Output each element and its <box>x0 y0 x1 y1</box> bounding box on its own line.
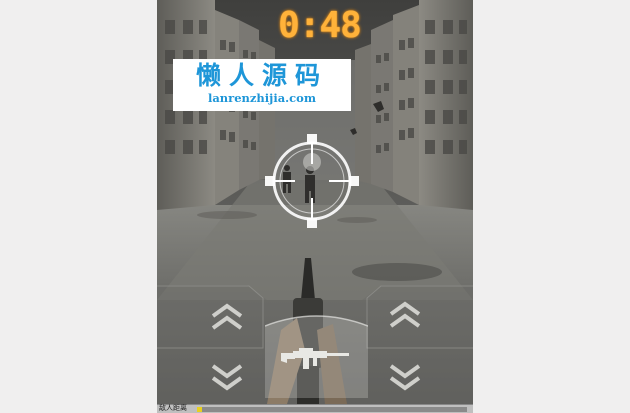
chevron-up-icon <box>389 301 421 328</box>
watermark-url: lanrenzhijia.com <box>207 91 316 105</box>
chevron-up-icon <box>211 303 243 330</box>
game-viewport[interactable]: 0:48 懒人源码 lanrenzhijia.com 敌人距离 <box>157 0 473 413</box>
move-up-left-button[interactable] <box>207 300 247 332</box>
distance-track <box>197 407 467 412</box>
move-down-right-button[interactable] <box>385 362 425 394</box>
crosshair-reticle <box>265 134 359 228</box>
watermark-title: 懒人源码 <box>195 61 328 90</box>
chevron-down-icon <box>211 364 243 391</box>
countdown-timer: 0:48 <box>278 5 362 46</box>
distance-fill <box>197 407 203 412</box>
rifle-icon <box>281 348 349 369</box>
site-watermark: 懒人源码 lanrenzhijia.com <box>173 59 351 111</box>
move-down-left-button[interactable] <box>207 362 247 394</box>
move-up-right-button[interactable] <box>385 298 425 330</box>
chevron-down-icon <box>389 364 421 391</box>
enemy-distance-label: 敌人距离 <box>159 404 187 412</box>
enemy-distance-bar: 敌人距离 <box>157 404 473 413</box>
page: 0:48 懒人源码 lanrenzhijia.com 敌人距离 <box>0 0 630 413</box>
